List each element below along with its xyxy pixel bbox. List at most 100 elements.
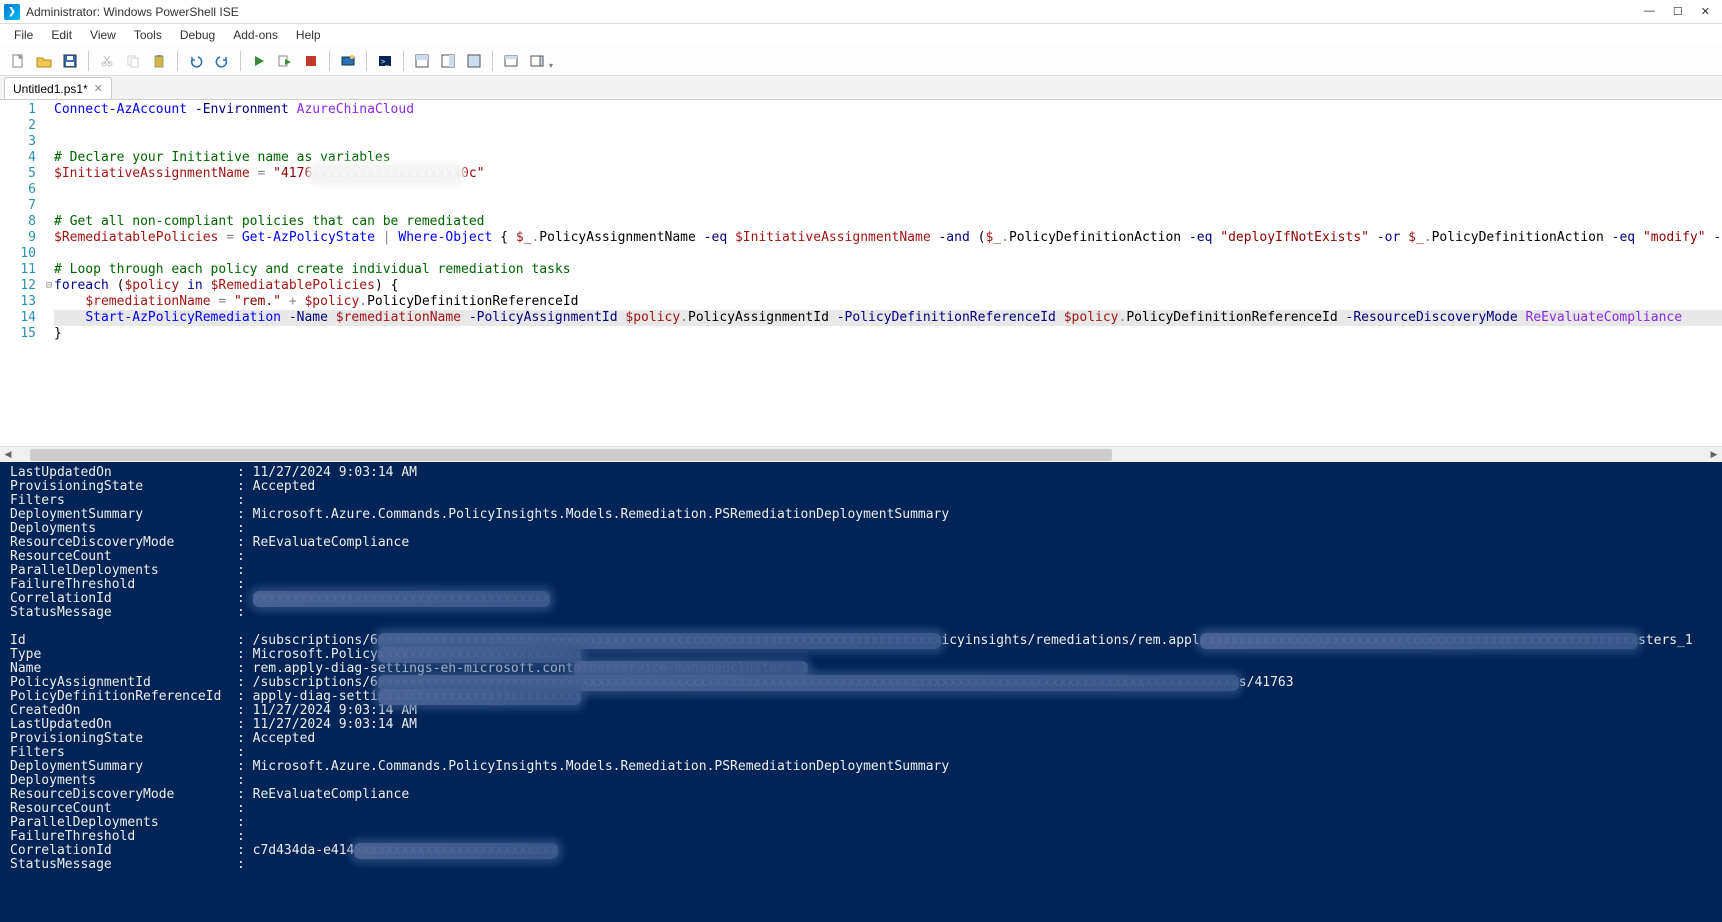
code-line: }: [54, 326, 1722, 342]
menu-file[interactable]: File: [6, 26, 41, 44]
code-line: # Get all non-compliant policies that ca…: [54, 214, 1722, 230]
console-line: [10, 620, 1712, 634]
code-line: [54, 118, 1722, 134]
stop-button[interactable]: [299, 49, 323, 73]
menu-edit[interactable]: Edit: [43, 26, 80, 44]
console-line: LastUpdatedOn : 11/27/2024 9:03:14 AM: [10, 466, 1712, 480]
titlebar: ❯ Administrator: Windows PowerShell ISE …: [0, 0, 1722, 24]
console-line: ProvisioningState : Accepted: [10, 732, 1712, 746]
code-line: # Declare your Initiative name as variab…: [54, 150, 1722, 166]
console-line: FailureThreshold :: [10, 578, 1712, 592]
code-line: foreach ($policy in $RemediatablePolicie…: [54, 278, 1722, 294]
toolbar-separator: [240, 51, 241, 71]
fold-column: ⊟: [44, 100, 54, 446]
console-line: LastUpdatedOn : 11/27/2024 9:03:14 AM: [10, 718, 1712, 732]
console-line: Name : rem.apply-diag-settings-eh-micros…: [10, 662, 1712, 676]
menu-debug[interactable]: Debug: [172, 26, 223, 44]
code-line: $RemediatablePolicies = Get-AzPolicyStat…: [54, 230, 1722, 246]
console-line: FailureThreshold :: [10, 830, 1712, 844]
show-command-button[interactable]: [499, 49, 523, 73]
console-line: DeploymentSummary : Microsoft.Azure.Comm…: [10, 760, 1712, 774]
toolbar-separator: [403, 51, 404, 71]
layout-right-button[interactable]: [436, 49, 460, 73]
new-file-button[interactable]: [6, 49, 30, 73]
tabbar: Untitled1.ps1* ✕: [0, 76, 1722, 100]
open-file-button[interactable]: [32, 49, 56, 73]
tab-label: Untitled1.ps1*: [13, 82, 88, 96]
code-line: # Loop through each policy and create in…: [54, 262, 1722, 278]
scroll-left-arrow-icon[interactable]: ◀: [0, 447, 16, 462]
toolbar-overflow-icon[interactable]: ▾: [549, 61, 553, 70]
console-line: CorrelationId : c7d434da-e414xxxxxxxxxxx…: [10, 844, 1712, 858]
console-line: CreatedOn : 11/27/2024 9:03:14 AM: [10, 704, 1712, 718]
redo-button[interactable]: [210, 49, 234, 73]
copy-button: [121, 49, 145, 73]
app-icon: ❯: [4, 4, 20, 20]
run-script-button[interactable]: [247, 49, 271, 73]
code-line: Start-AzPolicyRemediation -Name $remedia…: [54, 310, 1722, 326]
menu-tools[interactable]: Tools: [126, 26, 170, 44]
console-line: PolicyDefinitionReferenceId : apply-diag…: [10, 690, 1712, 704]
console-line: CorrelationId : xxxxxxxxxxxxxxxxxxxxxxxx…: [10, 592, 1712, 606]
window-title: Administrator: Windows PowerShell ISE: [26, 5, 239, 19]
toolbar: >_ ▾: [0, 46, 1722, 76]
save-file-button[interactable]: [58, 49, 82, 73]
console-line: Deployments :: [10, 774, 1712, 788]
console-line: Filters :: [10, 746, 1712, 760]
console-line: DeploymentSummary : Microsoft.Azure.Comm…: [10, 508, 1712, 522]
console-line: StatusMessage :: [10, 606, 1712, 620]
menu-add-ons[interactable]: Add-ons: [225, 26, 286, 44]
code-line: [54, 246, 1722, 262]
console-line: StatusMessage :: [10, 858, 1712, 872]
paste-button[interactable]: [147, 49, 171, 73]
svg-text:>_: >_: [381, 59, 389, 66]
file-tab[interactable]: Untitled1.ps1* ✕: [4, 77, 112, 99]
run-selection-button[interactable]: [273, 49, 297, 73]
minimize-button[interactable]: —: [1644, 5, 1655, 18]
toolbar-separator: [366, 51, 367, 71]
console-line: ParallelDeployments :: [10, 816, 1712, 830]
code-area[interactable]: Connect-AzAccount -Environment AzureChin…: [54, 100, 1722, 446]
code-line: $remediationName = "rem." + $policy.Poli…: [54, 294, 1722, 310]
console-line: ResourceCount :: [10, 802, 1712, 816]
code-line: [54, 182, 1722, 198]
menubar: FileEditViewToolsDebugAdd-onsHelp: [0, 24, 1722, 46]
code-line: $InitiativeAssignmentName = "4176xxxxxxx…: [54, 166, 1722, 182]
editor-horizontal-scrollbar[interactable]: ◀ ▶: [0, 446, 1722, 462]
console-pane[interactable]: LastUpdatedOn : 11/27/2024 9:03:14 AMPro…: [0, 462, 1722, 922]
toolbar-separator: [329, 51, 330, 71]
remote-button[interactable]: [336, 49, 360, 73]
console-line: PolicyAssignmentId : /subscriptions/6xxx…: [10, 676, 1712, 690]
console-line: ParallelDeployments :: [10, 564, 1712, 578]
maximize-button[interactable]: ☐: [1673, 5, 1683, 18]
code-line: [54, 198, 1722, 214]
console-line: Id : /subscriptions/6xxxxxxxxxxxxxxxxxxx…: [10, 634, 1712, 648]
scroll-right-arrow-icon[interactable]: ▶: [1706, 447, 1722, 462]
console-line: ResourceDiscoveryMode : ReEvaluateCompli…: [10, 536, 1712, 550]
toolbar-separator: [492, 51, 493, 71]
layout-max-button[interactable]: [462, 49, 486, 73]
code-line: Connect-AzAccount -Environment AzureChin…: [54, 102, 1722, 118]
start-powershell-button[interactable]: >_: [373, 49, 397, 73]
code-line: [54, 134, 1722, 150]
cut-button: [95, 49, 119, 73]
toolbar-separator: [177, 51, 178, 71]
scrollbar-thumb[interactable]: [30, 449, 1112, 461]
show-command-addon-button[interactable]: [525, 49, 549, 73]
line-gutter: 123456789101112131415: [0, 100, 44, 446]
console-line: ResourceCount :: [10, 550, 1712, 564]
close-icon[interactable]: ✕: [94, 82, 103, 95]
console-line: ResourceDiscoveryMode : ReEvaluateCompli…: [10, 788, 1712, 802]
close-button[interactable]: ✕: [1701, 5, 1710, 18]
window-controls: — ☐ ✕: [1644, 5, 1718, 18]
toolbar-separator: [88, 51, 89, 71]
console-line: Filters :: [10, 494, 1712, 508]
console-line: Type : Microsoft.Policyxxxxxxxxxxxxxxxxx…: [10, 648, 1712, 662]
layout-top-button[interactable]: [410, 49, 434, 73]
console-line: ProvisioningState : Accepted: [10, 480, 1712, 494]
menu-help[interactable]: Help: [288, 26, 329, 44]
script-editor[interactable]: 123456789101112131415 ⊟ Connect-AzAccoun…: [0, 100, 1722, 446]
console-line: Deployments :: [10, 522, 1712, 536]
menu-view[interactable]: View: [82, 26, 124, 44]
undo-button[interactable]: [184, 49, 208, 73]
